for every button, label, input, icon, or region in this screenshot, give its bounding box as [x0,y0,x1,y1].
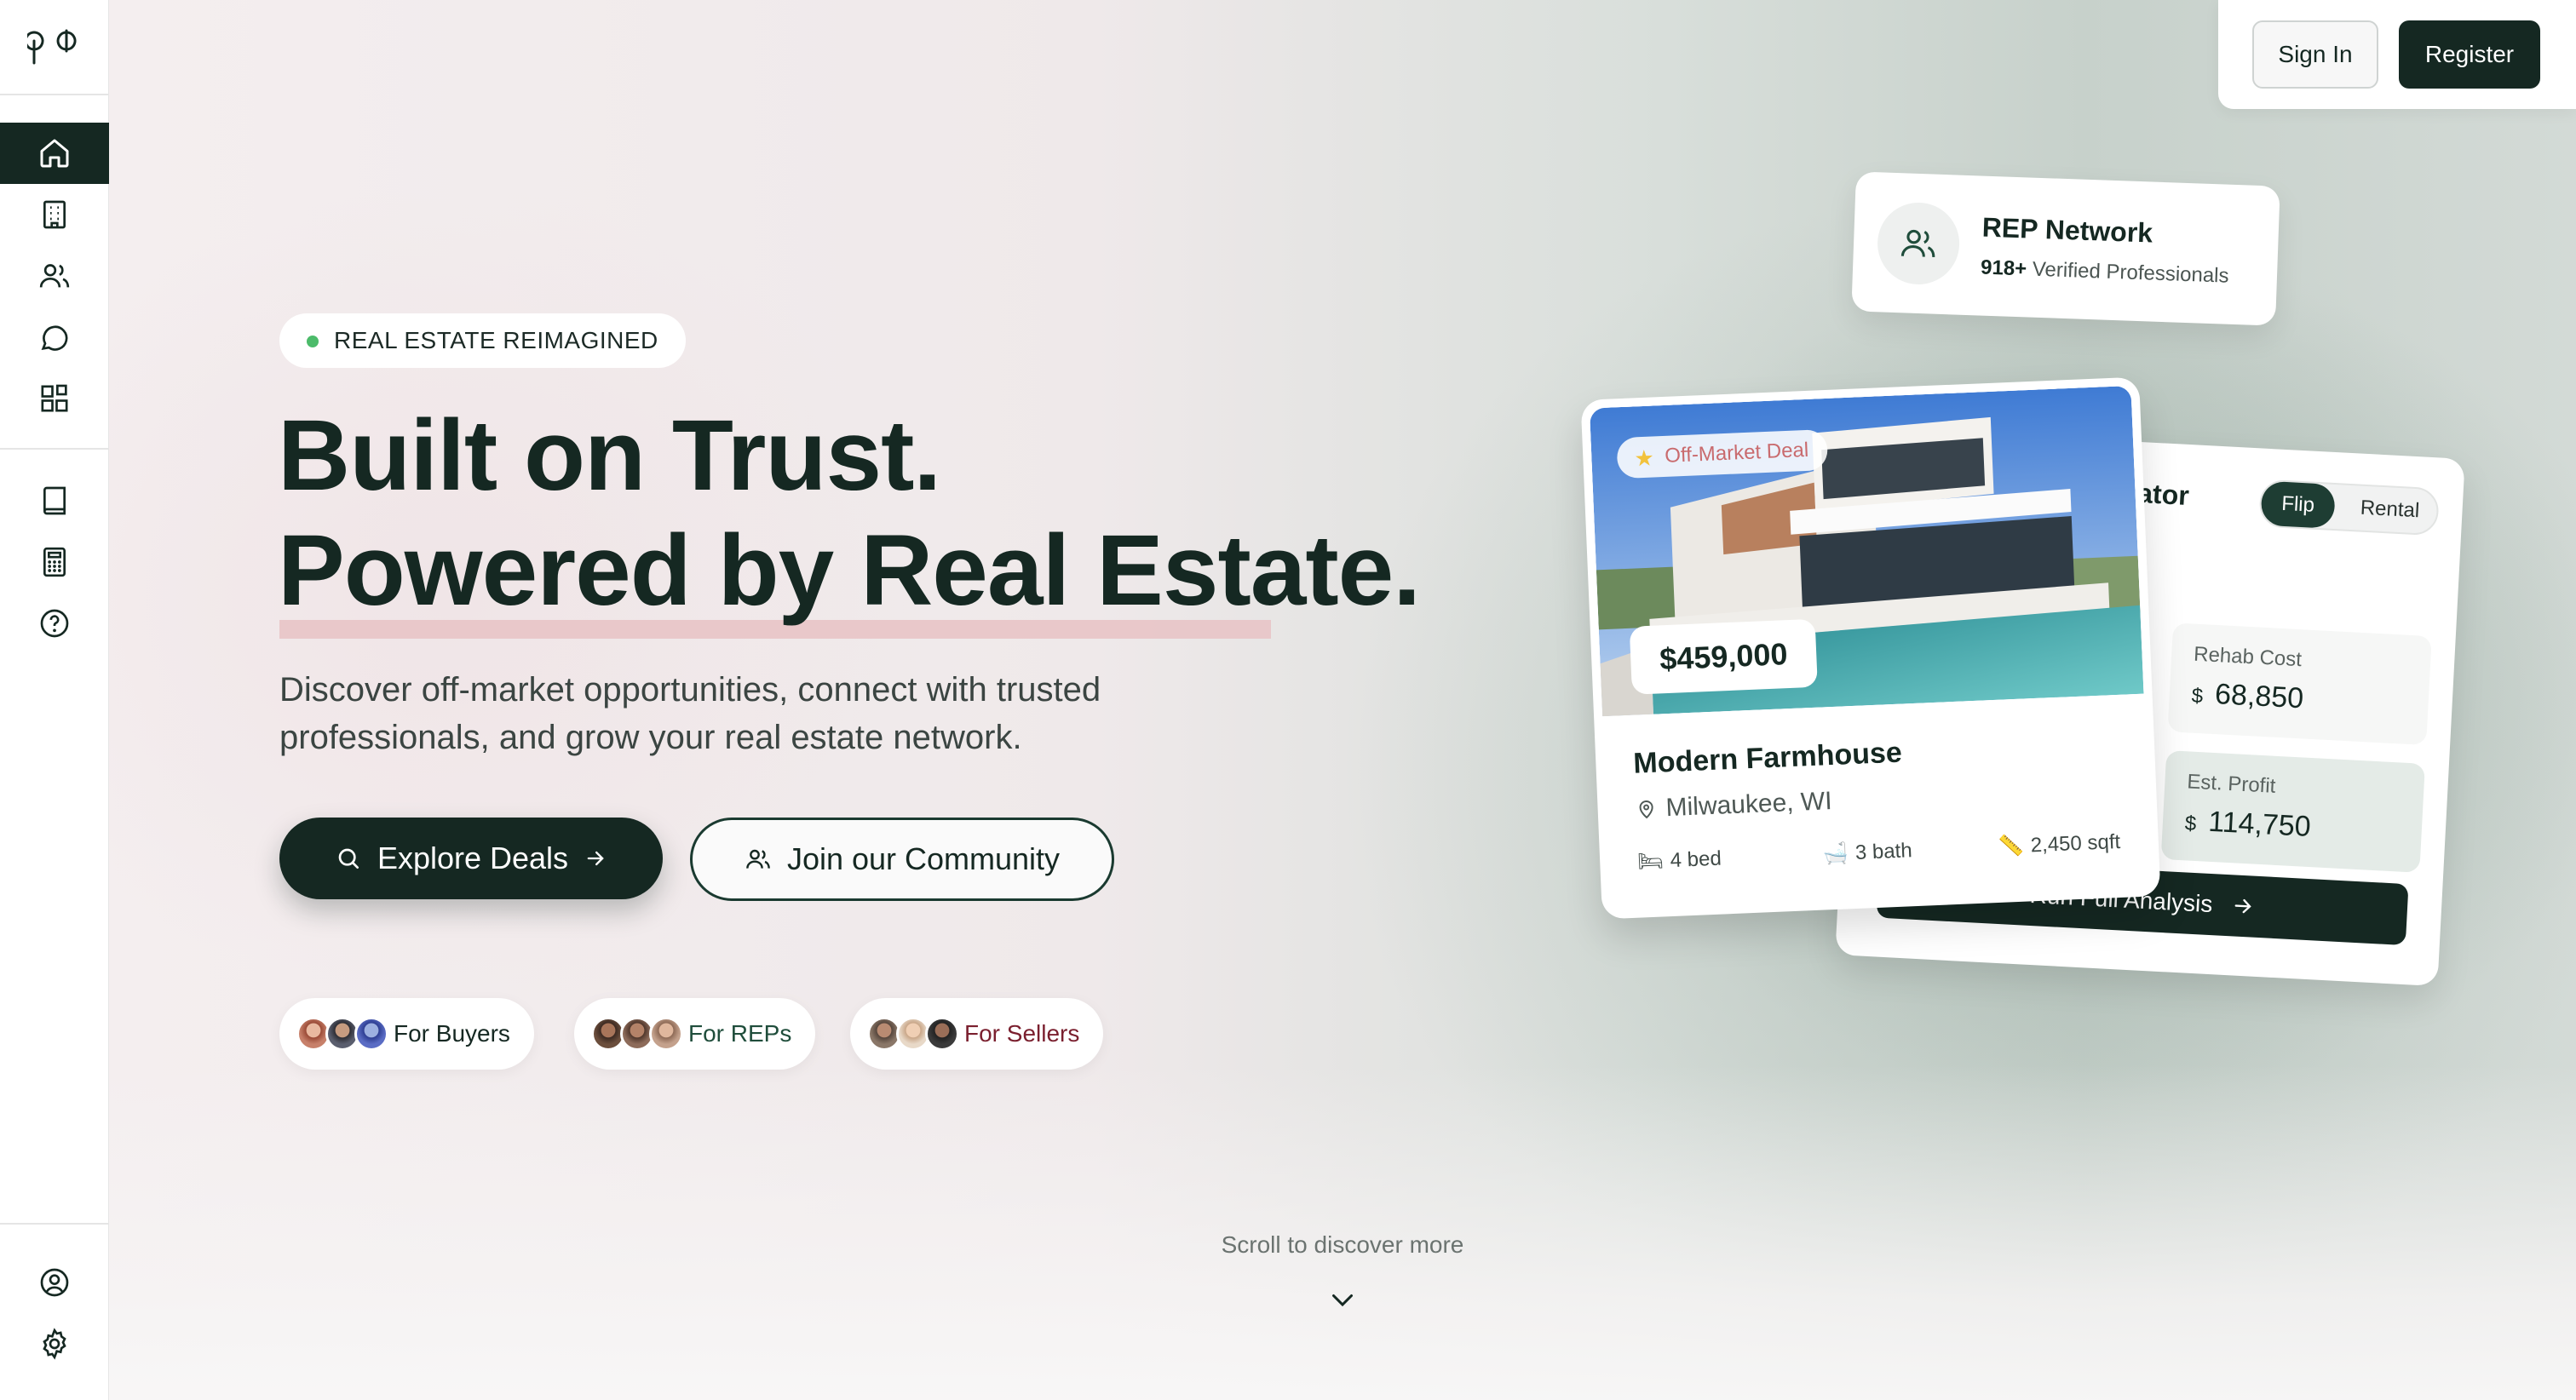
rental-mode-button[interactable]: Rental [2342,485,2438,535]
hero-subtitle: Discover off-market opportunities, conne… [279,671,1101,756]
est-profit-value: $114,750 [2184,805,2312,844]
avatar-group [591,1017,683,1051]
search-icon [338,848,359,869]
sidebar-item-messages[interactable] [0,307,109,368]
sidebar-item-profile[interactable] [0,1252,109,1313]
avatar-group [867,1017,959,1051]
rep-network-title: REP Network [1981,211,2153,249]
property-baths: 🛁 3 bath [1822,838,1913,866]
grid-icon [41,384,68,412]
join-community-label: Join our Community [786,841,1061,876]
property-photo: ★ Off-Market Deal $459,000 [1589,385,2144,717]
sidebar-item-dashboard[interactable] [0,368,109,429]
rehab-cost-box: Rehab Cost $68,850 [2167,623,2432,746]
help-icon [40,609,69,638]
rep-network-subtitle: 918+ Verified Professionals [1980,255,2229,288]
hero-title-line-1: Built on Trust. [278,399,941,512]
sidebar-item-home[interactable] [0,123,109,184]
avatar [354,1017,388,1051]
sidebar [0,0,109,1400]
rep-network-card: REP Network 918+ Verified Professionals [1851,171,2280,326]
off-market-label: Off-Market Deal [1664,438,1809,468]
audience-label: For Buyers [394,1020,510,1047]
sidebar-item-resources[interactable] [0,470,109,531]
sign-in-button[interactable]: Sign In [2252,20,2378,89]
register-button[interactable]: Register [2399,20,2540,89]
settings-icon [43,1328,66,1360]
join-community-button[interactable]: Join our Community [690,818,1114,901]
sidebar-item-network[interactable] [0,245,109,307]
property-price: $459,000 [1629,618,1819,695]
scroll-hint: Scroll to discover more [1221,1231,1464,1258]
property-name: Modern Farmhouse [1632,736,1903,780]
audience-pill-sellers[interactable]: For Sellers [850,998,1104,1070]
arrow-right-icon [587,851,604,866]
book-icon [43,486,66,515]
users-icon [39,264,70,288]
avatar-group [296,1017,388,1051]
sidebar-item-help[interactable] [0,593,109,654]
hero-badge: REAL ESTATE REIMAGINED [279,313,686,368]
rehab-cost-label: Rehab Cost [2193,642,2303,672]
user-circle-icon [40,1268,69,1297]
sidebar-divider [0,448,109,450]
sidebar-divider [0,94,109,95]
property-card[interactable]: ★ Off-Market Deal $459,000 Modern Farmho… [1580,376,2161,920]
hero-badge-label: REAL ESTATE REIMAGINED [334,327,658,353]
flip-mode-button[interactable]: Flip [2260,480,2336,529]
mode-toggle: Flip Rental [2258,479,2440,536]
bed-icon: 🛏 [1636,849,1665,874]
status-dot [307,336,319,347]
sidebar-item-calculator[interactable] [0,531,109,593]
avatar [925,1017,959,1051]
auth-panel: Sign In Register [2218,0,2576,109]
est-profit-label: Est. Profit [2186,770,2277,798]
property-beds: 🛏 4 bed [1636,846,1722,874]
audience-label: For REPs [688,1020,792,1047]
sidebar-item-settings[interactable] [0,1313,109,1374]
est-profit-box: Est. Profit $114,750 [2160,750,2425,873]
message-icon [41,325,68,351]
explore-deals-label: Explore Deals [377,841,569,875]
hero-title-line-2: Powered by Real Estate. [278,514,1421,627]
star-icon: ★ [1633,445,1655,472]
property-sqft: 📏 2,450 sqft [1998,829,2121,858]
explore-deals-button[interactable]: Explore Deals [279,818,663,899]
arrow-right-icon [2234,898,2252,914]
calculator-icon [43,547,66,577]
property-location: Milwaukee, WI [1635,787,1832,824]
chevron-down-icon[interactable] [1327,1284,1358,1315]
bath-icon: 🛁 [1822,841,1849,866]
audience-pill-reps[interactable]: For REPs [574,998,816,1070]
audience-label: For Sellers [964,1020,1080,1047]
map-pin-icon [1639,800,1653,819]
ruler-icon: 📏 [1998,834,2025,858]
audience-pill-buyers[interactable]: For Buyers [279,998,534,1070]
avatar [649,1017,683,1051]
rehab-cost-value: $68,850 [2191,677,2305,715]
users-icon [1900,229,1935,257]
building-icon [43,200,66,229]
users-icon [746,849,770,869]
logo-icon[interactable] [27,20,82,68]
sidebar-divider [0,1223,109,1225]
sidebar-item-properties[interactable] [0,184,109,245]
rep-network-icon-wrap [1876,201,1961,286]
home-icon [40,139,69,168]
